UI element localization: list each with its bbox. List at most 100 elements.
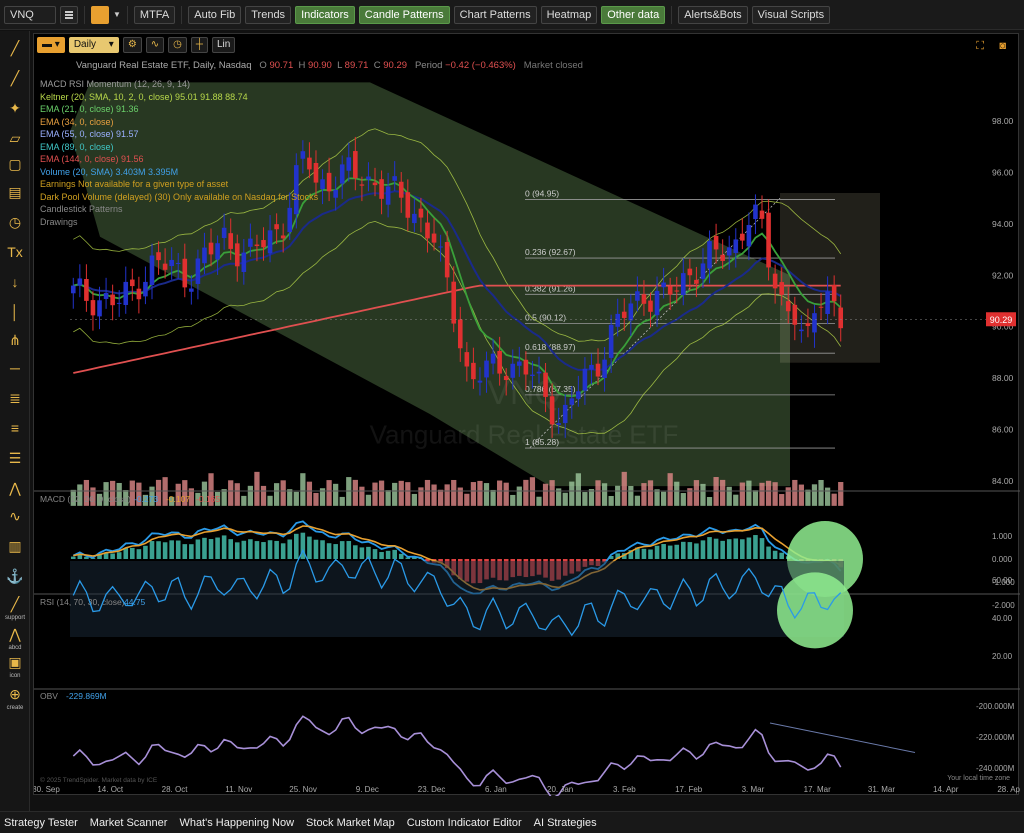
tb-button-chart-patterns[interactable]: Chart Patterns (453, 5, 537, 24)
legend-entry[interactable]: Volume (20, SMA) 3.403M 3.395M (40, 166, 318, 179)
candle-body (556, 423, 561, 425)
macd-hist-bar (379, 552, 384, 559)
clock-icon[interactable]: ◷ (168, 37, 187, 53)
vertical-line-icon[interactable]: │ (4, 301, 26, 323)
volume-bar (457, 487, 463, 506)
price-tick-label: 94.00 (992, 219, 1014, 229)
settings-gear-icon[interactable]: ⚙ (122, 37, 142, 53)
candle-body (792, 304, 798, 325)
scale-lin-button[interactable]: Lin (212, 37, 236, 53)
candle-body (772, 273, 778, 289)
icon-tool-icon[interactable]: ▣ (4, 651, 26, 673)
chart-panel[interactable]: ▬ ▾ Daily ▾ ⚙ ∿ ◷ ┼ Lin ◙ ⛶ Vanguard Real… (33, 33, 1020, 796)
candle-body (431, 233, 437, 243)
pattern-tool-icon[interactable]: ⋀ (4, 477, 26, 499)
candle-body (530, 374, 535, 376)
cycle-tool-icon[interactable]: ◷ (4, 211, 26, 233)
support-label: support (4, 615, 25, 621)
fib-retracement-icon[interactable]: ≣ (4, 387, 26, 409)
wave-tool-icon[interactable]: ∿ (4, 505, 26, 527)
tb-button-other-data[interactable]: Other data (601, 5, 666, 24)
volume-bar (575, 473, 581, 506)
horizontal-line-icon[interactable]: ─ (4, 357, 26, 379)
legend-entry[interactable]: EMA (21, 0, close) 91.36 (40, 103, 318, 116)
candle-body (641, 294, 647, 304)
rectangle-tool-icon[interactable]: ▢ (4, 153, 26, 175)
whats-happening-link[interactable]: What's Happening Now (179, 817, 294, 829)
volume-bar (424, 479, 431, 506)
legend-entry[interactable]: MACD RSI Momentum (12, 26, 9, 14) (40, 78, 318, 91)
legend-entry[interactable]: EMA (34, 0, close) (40, 116, 318, 129)
candle-body (635, 291, 640, 301)
candle-body (70, 285, 76, 294)
macd-hist-bar (772, 550, 778, 559)
legend-entry[interactable]: Candlestick Patterns (40, 203, 318, 216)
tb-button-heatmap[interactable]: Heatmap (540, 5, 598, 24)
tb-button-candle-patterns[interactable]: Candle Patterns (358, 5, 450, 24)
date-tick-label: 25. Nov (289, 785, 317, 794)
candle-body (667, 286, 673, 295)
symbol-input[interactable]: VNQ (4, 5, 56, 24)
support-tool-icon[interactable]: ╱ (4, 593, 26, 615)
line-tool-icon[interactable]: ╱ (4, 37, 26, 59)
ai-strategies-link[interactable]: AI Strategies (534, 817, 597, 829)
legend-entry[interactable]: Drawings (40, 216, 318, 229)
text-tool-icon[interactable]: Tx (4, 241, 26, 263)
legend-entry[interactable]: Dark Pool Volume (delayed) (30) Only ava… (40, 191, 318, 204)
chevron-down-icon[interactable]: ▼ (113, 10, 121, 19)
date-tick-label: 17. Feb (675, 785, 703, 794)
chart-type-icon[interactable] (91, 5, 109, 24)
strategy-tester-link[interactable]: Strategy Tester (4, 817, 78, 829)
anchor-icon[interactable]: ⚓ (4, 565, 26, 587)
legend-entry[interactable]: EMA (55, 0, close) 91.57 (40, 128, 318, 141)
volume-bar (378, 480, 385, 506)
arrow-down-icon[interactable]: ↓ (4, 271, 26, 293)
volume-bar (510, 494, 516, 506)
pitchfork-icon[interactable]: ⋔ (4, 329, 26, 351)
magic-wand-icon[interactable]: ✦ (4, 97, 26, 119)
market-status: Market closed (523, 60, 583, 71)
measure-tool-icon[interactable]: ▥ (4, 535, 26, 557)
watchlist-icon[interactable] (60, 5, 78, 24)
indicator-legend: MACD RSI Momentum (12, 26, 9, 14) Keltner… (40, 78, 318, 228)
tb-button-autofib[interactable]: Auto Fib (188, 5, 242, 24)
chart-style-icon[interactable]: ∿ (145, 37, 165, 53)
tb-button-indicators[interactable]: Indicators (295, 5, 355, 24)
tb-button-trends[interactable]: Trends (245, 5, 292, 24)
zone-tool-icon[interactable]: ▤ (4, 181, 26, 203)
legend-entry[interactable]: Earnings Not available for a given type … (40, 178, 318, 191)
market-scanner-link[interactable]: Market Scanner (90, 817, 168, 829)
legend-entry[interactable]: EMA (144, 0, close) 91.56 (40, 153, 318, 166)
volume-bar (359, 486, 365, 506)
custom-indicator-editor-link[interactable]: Custom Indicator Editor (407, 817, 522, 829)
volume-bar (418, 487, 424, 506)
candle-body (536, 371, 542, 374)
candle-body (169, 259, 174, 267)
rsi-axis-label: 20.00 (992, 652, 1013, 661)
macd-hist-bar (766, 546, 771, 559)
candle-body (234, 243, 240, 267)
candle-body (189, 288, 194, 292)
stock-market-map-link[interactable]: Stock Market Map (306, 817, 395, 829)
legend-entry[interactable]: Keltner (20, SMA, 10, 2, 0, close) 95.01… (40, 91, 318, 104)
macd-hist-bar (372, 549, 378, 559)
fib-extension-icon[interactable]: ≡ (4, 417, 26, 439)
interval-select[interactable]: Daily ▾ (68, 37, 119, 53)
volume-bar (700, 483, 706, 506)
ray-tool-icon[interactable]: ╱ (4, 67, 26, 89)
candle-body (477, 380, 483, 383)
color-picker-icon[interactable]: ▬ ▾ (37, 37, 65, 53)
tb-button-alerts-bots[interactable]: Alerts&Bots (678, 5, 748, 24)
volume-bar (444, 484, 450, 506)
tb-button-visual-scripts[interactable]: Visual Scripts (751, 5, 831, 24)
date-tick-label: 23. Dec (418, 785, 446, 794)
channel-tool-icon[interactable]: ▱ (4, 127, 26, 149)
macd-hist-bar (339, 541, 345, 559)
scale-icon[interactable]: ┼ (190, 37, 208, 53)
legend-entry[interactable]: EMA (89, 0, close) (40, 141, 318, 154)
tb-button-mtfa[interactable]: MTFA (133, 5, 176, 24)
fib-fan-icon[interactable]: ☰ (4, 447, 26, 469)
abcd-tool-icon[interactable]: ⋀ (4, 623, 26, 645)
candle-body (90, 300, 96, 316)
create-plus-icon[interactable]: ⊕ (4, 683, 26, 705)
